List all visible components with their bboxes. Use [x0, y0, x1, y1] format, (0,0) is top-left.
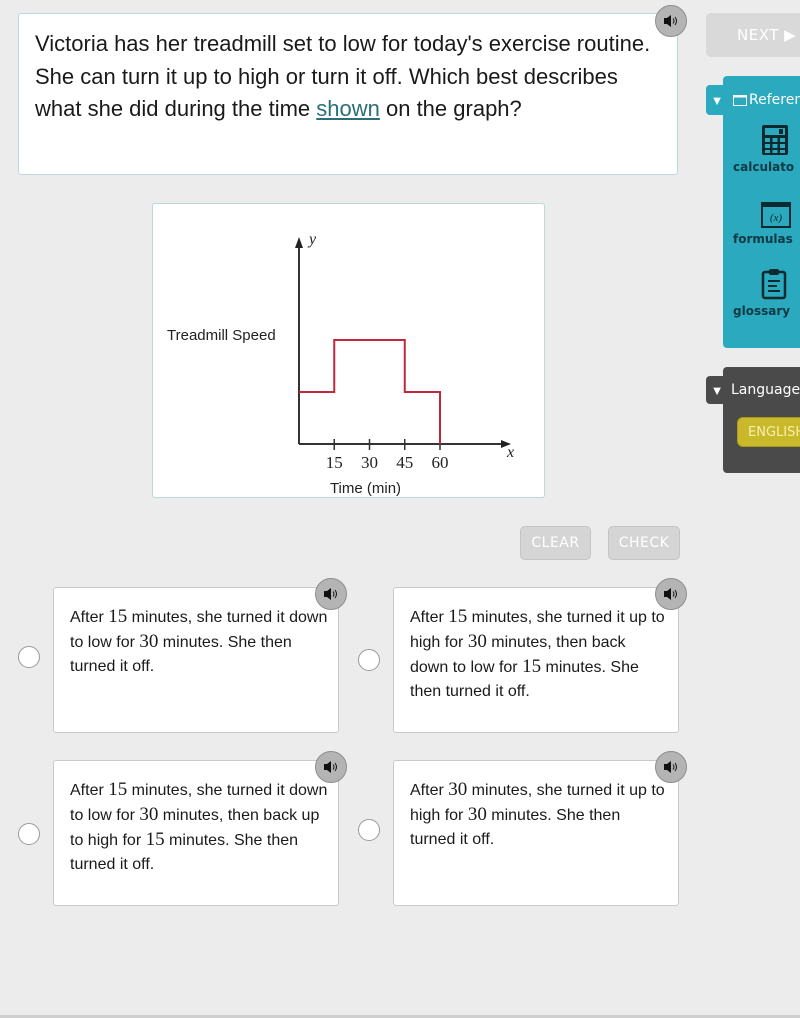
- choice-number: 15: [108, 779, 128, 800]
- choice-number: 30: [139, 631, 159, 652]
- svg-text:(x): (x): [770, 212, 783, 224]
- choice-radio-d[interactable]: [358, 819, 380, 841]
- question-text: Victoria has her treadmill set to low fo…: [35, 28, 665, 126]
- choice-number: 30: [467, 631, 487, 652]
- calculator-tool[interactable]: calculato: [723, 124, 800, 174]
- collapse-triangle-icon: ▼: [710, 382, 724, 398]
- check-button[interactable]: CHECK: [608, 526, 680, 560]
- glossary-link-shown[interactable]: shown: [316, 96, 380, 121]
- choice-number: 30: [448, 779, 468, 800]
- choice-number: 15: [448, 606, 468, 627]
- reference-title-label: Referen: [749, 92, 800, 108]
- choice-card-a[interactable]: After 15 minutes, she turned it down to …: [53, 587, 339, 733]
- choice-text: After 15 minutes, she turned it up to hi…: [410, 605, 668, 704]
- language-title: Language: [731, 382, 800, 398]
- choice-radio-a[interactable]: [18, 646, 40, 668]
- glossary-tool[interactable]: glossary: [723, 268, 800, 318]
- y-axis-label: Treadmill Speed: [167, 327, 276, 344]
- choice-text: After 30 minutes, she turned it up to hi…: [410, 778, 668, 852]
- clear-button[interactable]: CLEAR: [520, 526, 591, 560]
- choice-audio-button-a[interactable]: [315, 578, 347, 610]
- choice-number: 15: [108, 606, 128, 627]
- choice-audio-button-b[interactable]: [655, 578, 687, 610]
- choice-text: After 15 minutes, she turned it down to …: [70, 778, 328, 877]
- question-panel: Victoria has her treadmill set to low fo…: [18, 13, 678, 175]
- next-button[interactable]: NEXT ▶: [706, 13, 800, 57]
- formulas-tool[interactable]: (x) formulas: [723, 202, 800, 246]
- calculator-icon: [762, 125, 788, 155]
- choice-audio-button-d[interactable]: [655, 751, 687, 783]
- speaker-icon: [324, 588, 337, 600]
- formulas-icon: (x): [761, 202, 791, 228]
- speaker-icon: [664, 761, 677, 773]
- choice-audio-button-c[interactable]: [315, 751, 347, 783]
- reference-panel: Referen calculato (x) formulas glossary: [723, 76, 800, 348]
- x-axis-variable: x: [506, 444, 514, 461]
- speaker-icon: [324, 761, 337, 773]
- treadmill-chart: y x 15 30 45 60 Time (min) Treadmill Speed: [167, 231, 514, 497]
- reference-book-icon: [733, 94, 747, 106]
- reference-title: Referen: [733, 92, 800, 108]
- x-tick-label: 60: [432, 453, 449, 472]
- language-english-button[interactable]: ENGLISH: [737, 417, 800, 447]
- choice-number: 15: [522, 656, 542, 677]
- y-axis-variable: y: [307, 231, 317, 248]
- collapse-triangle-icon: ▼: [710, 92, 724, 108]
- language-panel: Language ENGLISH: [723, 367, 800, 473]
- choice-text-segment: After: [410, 609, 449, 626]
- reference-toggle[interactable]: ▼: [706, 85, 728, 115]
- graph-panel: y x 15 30 45 60 Time (min) Treadmill Speed: [152, 203, 545, 498]
- y-axis-arrow: [295, 237, 303, 248]
- choice-number: 15: [145, 829, 165, 850]
- question-text-part: on the graph?: [379, 96, 522, 121]
- choice-number: 30: [139, 804, 159, 825]
- x-tick-label: 15: [326, 453, 343, 472]
- choice-radio-b[interactable]: [358, 649, 380, 671]
- clipboard-icon: [761, 269, 787, 300]
- treadmill-speed-line: [299, 339, 441, 444]
- x-axis-label: Time (min): [330, 480, 401, 497]
- speaker-icon: [664, 588, 677, 600]
- formulas-label: formulas: [733, 232, 793, 246]
- choice-card-c[interactable]: After 15 minutes, she turned it down to …: [53, 760, 339, 906]
- question-audio-button[interactable]: [655, 5, 687, 37]
- x-tick-label: 45: [396, 453, 413, 472]
- choice-text-segment: After: [410, 782, 449, 799]
- language-toggle[interactable]: ▼: [706, 376, 728, 404]
- glossary-label: glossary: [733, 304, 791, 318]
- choice-text: After 15 minutes, she turned it down to …: [70, 605, 328, 679]
- choice-text-segment: After: [70, 782, 109, 799]
- calculator-label: calculato: [733, 160, 795, 174]
- choice-card-d[interactable]: After 30 minutes, she turned it up to hi…: [393, 760, 679, 906]
- choice-card-b[interactable]: After 15 minutes, she turned it up to hi…: [393, 587, 679, 733]
- choice-radio-c[interactable]: [18, 823, 40, 845]
- x-tick-label: 30: [361, 453, 378, 472]
- choice-text-segment: After: [70, 609, 109, 626]
- choice-number: 30: [467, 804, 487, 825]
- speaker-icon: [664, 15, 677, 27]
